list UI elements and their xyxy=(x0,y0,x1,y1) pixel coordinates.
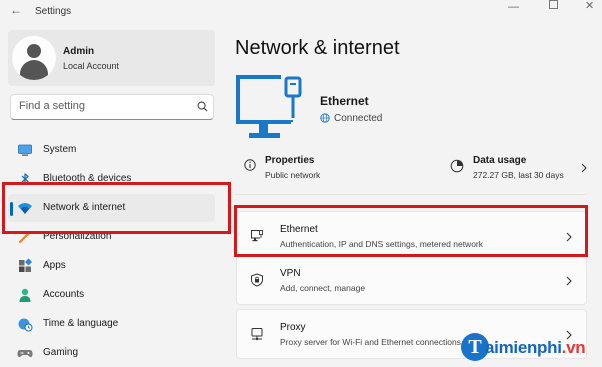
sidebar-item-label: Accounts xyxy=(43,289,85,300)
connection-status: Connected xyxy=(334,113,383,124)
sidebar: Admin Local Account System Bluetooth & d… xyxy=(0,24,222,367)
brush-icon xyxy=(18,230,32,244)
chevron-right-icon[interactable] xyxy=(566,232,572,242)
search-icon[interactable] xyxy=(197,101,208,112)
watermark-logo: T aimienphi.vn xyxy=(461,333,599,363)
sidebar-item-label: Network & internet xyxy=(43,202,126,213)
sidebar-item-label: Time & language xyxy=(43,318,119,329)
monitor-icon xyxy=(18,144,32,156)
wifi-icon xyxy=(18,203,32,214)
back-arrow-icon[interactable]: ← xyxy=(10,3,22,17)
sidebar-item-personalization[interactable]: Personalization xyxy=(8,223,215,251)
sidebar-item-system[interactable]: System xyxy=(8,136,215,164)
gamepad-icon xyxy=(17,350,33,358)
sidebar-item-label: Personalization xyxy=(43,231,112,242)
sidebar-item-apps[interactable]: Apps xyxy=(8,252,215,280)
avatar xyxy=(12,36,56,80)
vpn-card[interactable]: VPN Add, connect, manage xyxy=(236,255,587,305)
data-usage-link[interactable]: Data usage xyxy=(473,155,526,166)
minimize-button[interactable]: — xyxy=(508,1,519,13)
network-type: Public network xyxy=(265,170,321,180)
selection-indicator xyxy=(10,202,13,216)
account-type: Local Account xyxy=(63,61,120,71)
properties-link[interactable]: Properties xyxy=(265,155,314,166)
sidebar-item-label: System xyxy=(43,144,77,155)
main-panel: Network & internet Ethernet Connected Pr… xyxy=(222,24,602,367)
ethernet-monitor-icon xyxy=(236,75,302,138)
card-subtitle: Proxy server for Wi-Fi and Ethernet conn… xyxy=(280,337,461,347)
info-icon[interactable] xyxy=(244,159,256,171)
sidebar-item-bluetooth[interactable]: Bluetooth & devices xyxy=(8,165,215,193)
sidebar-item-label: Gaming xyxy=(43,347,79,358)
watermark-text: aimienphi.vn xyxy=(485,338,586,357)
connection-name: Ethernet xyxy=(320,94,369,108)
data-usage-amount: 272.27 GB, last 30 days xyxy=(473,170,564,180)
apps-icon xyxy=(19,258,33,272)
globe-icon xyxy=(320,113,330,123)
shield-icon xyxy=(251,273,263,287)
search-input[interactable] xyxy=(19,100,189,112)
card-subtitle: Authentication, IP and DNS settings, met… xyxy=(280,239,484,249)
sidebar-item-label: Bluetooth & devices xyxy=(43,173,132,184)
proxy-icon xyxy=(251,328,263,341)
page-title: Network & internet xyxy=(235,37,400,59)
sidebar-item-label: Apps xyxy=(43,260,66,271)
card-title: Ethernet xyxy=(280,224,318,235)
user-name: Admin xyxy=(63,46,95,57)
sidebar-item-accounts[interactable]: Accounts xyxy=(8,281,215,309)
search-box[interactable] xyxy=(10,94,214,120)
sidebar-item-network[interactable]: Network & internet xyxy=(8,194,215,222)
sidebar-item-time-language[interactable]: Time & language xyxy=(8,310,215,338)
globe-clock-icon xyxy=(18,318,33,332)
chevron-right-icon[interactable] xyxy=(581,163,587,173)
card-title: VPN xyxy=(280,268,301,279)
ethernet-icon xyxy=(251,230,263,242)
maximize-button[interactable] xyxy=(549,0,558,9)
properties-row: Properties Public network Data usage 272… xyxy=(235,149,587,189)
app-title: Settings xyxy=(35,6,72,17)
card-title: Proxy xyxy=(280,322,306,333)
bluetooth-icon xyxy=(21,173,29,185)
close-button[interactable]: ✕ xyxy=(585,0,594,12)
ethernet-settings-card[interactable]: Ethernet Authentication, IP and DNS sett… xyxy=(236,211,587,261)
divider xyxy=(235,194,587,195)
sidebar-item-gaming[interactable]: Gaming xyxy=(8,339,215,367)
card-subtitle: Add, connect, manage xyxy=(280,283,366,293)
data-usage-icon[interactable] xyxy=(450,159,464,173)
person-icon xyxy=(19,288,31,302)
title-bar: ← Settings — ✕ xyxy=(0,0,602,24)
user-card[interactable]: Admin Local Account xyxy=(8,30,215,86)
chevron-right-icon[interactable] xyxy=(566,276,572,286)
